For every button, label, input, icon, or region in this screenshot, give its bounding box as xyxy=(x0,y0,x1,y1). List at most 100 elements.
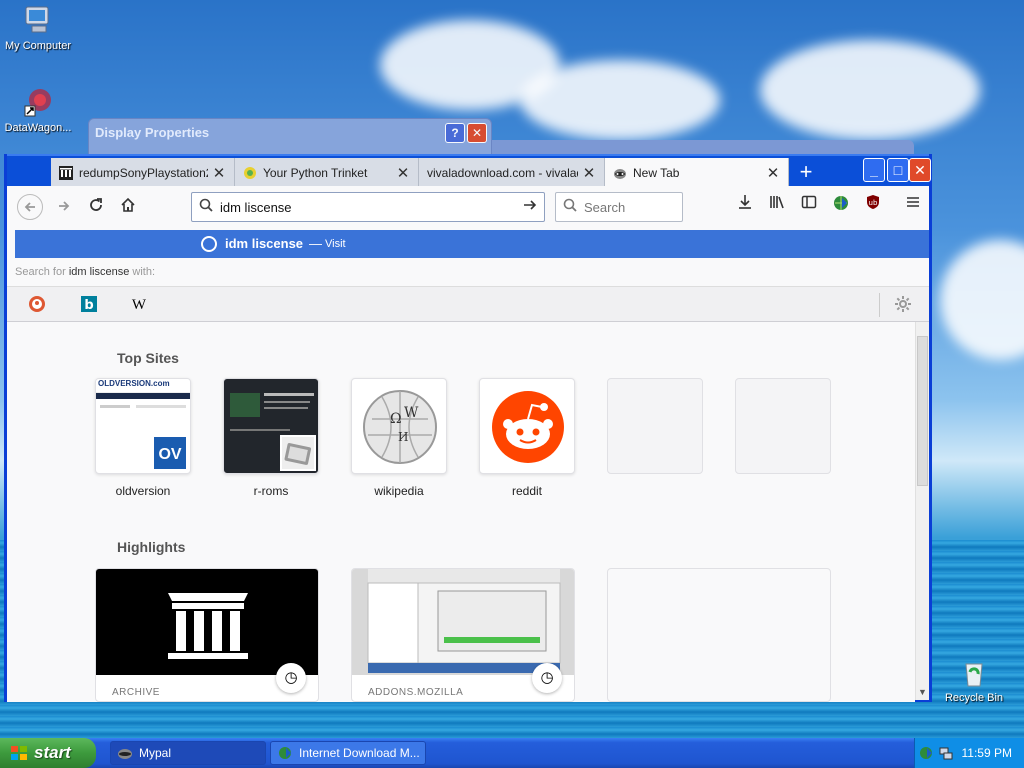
desktop-cloud xyxy=(760,40,980,140)
close-tab-icon[interactable]: ✕ xyxy=(582,164,596,182)
suggestion-action: Visit xyxy=(325,238,346,250)
idm-extension-button[interactable] xyxy=(829,194,853,218)
site-label: r-roms xyxy=(253,484,289,498)
r-roms-icon xyxy=(284,443,312,465)
svg-text:ub: ub xyxy=(869,199,878,207)
mypal-icon xyxy=(118,749,132,759)
thumb-line xyxy=(230,429,290,431)
page-scrollbar[interactable]: ▼ xyxy=(915,322,929,700)
idm-icon xyxy=(279,747,291,759)
idm-globe-icon xyxy=(834,196,848,210)
site-label: oldversion xyxy=(115,484,171,498)
r-roms-badge xyxy=(280,435,316,471)
highlight-card-empty[interactable] xyxy=(607,568,831,702)
downloads-button[interactable] xyxy=(733,194,757,218)
ublock-shield-icon: ub xyxy=(867,195,879,209)
top-site-empty[interactable] xyxy=(735,378,831,474)
home-button[interactable] xyxy=(115,194,141,220)
tab-label: vivaladownload.com - vivaladc xyxy=(427,166,578,180)
raccoon-icon xyxy=(613,166,627,180)
trinket-icon xyxy=(243,166,257,180)
new-tab-button[interactable]: + xyxy=(793,160,819,186)
duckduckgo-engine-button[interactable] xyxy=(27,295,47,315)
search-settings-button[interactable] xyxy=(893,295,913,315)
ublock-button[interactable]: ub xyxy=(861,194,885,218)
taskbar-item-idm[interactable]: Internet Download M... xyxy=(270,741,426,765)
tab-new-tab[interactable]: New Tab ✕ xyxy=(605,158,789,188)
library-button[interactable] xyxy=(765,194,789,218)
close-window-button[interactable]: ✕ xyxy=(909,158,931,182)
oldversion-badge: OV xyxy=(152,435,188,471)
forward-button[interactable] xyxy=(51,194,77,220)
tab-redump[interactable]: redumpSonyPlaystation2C ✕ xyxy=(51,158,235,188)
scroll-down-arrow-icon[interactable]: ▼ xyxy=(916,687,929,700)
highlight-source: ARCHIVE xyxy=(112,687,160,698)
download-icon xyxy=(739,195,751,209)
datawagon-desktop-icon[interactable]: DataWagon... xyxy=(0,86,78,134)
taskbar-item-mypal[interactable]: Mypal xyxy=(110,741,266,765)
idm-tray-icon[interactable] xyxy=(918,745,934,761)
address-input-value[interactable]: idm liscense xyxy=(220,200,516,215)
engine-divider xyxy=(879,293,880,317)
search-box[interactable]: Search xyxy=(555,192,683,222)
highlight-source: ADDONS.MOZILLA xyxy=(368,687,464,698)
go-arrow-icon[interactable] xyxy=(516,197,544,218)
task-label: Mypal xyxy=(139,746,172,760)
top-site-empty[interactable] xyxy=(607,378,703,474)
tab-python-trinket[interactable]: Your Python Trinket ✕ xyxy=(235,158,419,188)
close-tab-icon[interactable]: ✕ xyxy=(396,164,410,182)
start-button[interactable]: start xyxy=(0,738,96,768)
my-computer-desktop-icon[interactable]: My Computer xyxy=(0,4,78,52)
thumb-line xyxy=(264,393,314,396)
window-title: Display Properties xyxy=(95,125,210,140)
close-button[interactable]: ✕ xyxy=(467,123,487,143)
scrollbar-thumb[interactable] xyxy=(917,336,928,486)
bing-engine-button[interactable]: b xyxy=(79,295,99,315)
forward-arrow-icon xyxy=(59,201,70,211)
maximize-button[interactable]: □ xyxy=(887,158,909,182)
suggestion-text: idm liscense xyxy=(225,236,304,251)
close-tab-icon[interactable]: ✕ xyxy=(766,164,780,182)
top-site-reddit[interactable]: reddit xyxy=(479,378,575,498)
minimize-button[interactable]: _ xyxy=(863,158,885,182)
reload-icon xyxy=(90,198,102,211)
desktop-cloud xyxy=(940,240,1024,360)
highlight-card-addons[interactable]: ◷ ADDONS.MOZILLA xyxy=(351,568,575,702)
highlight-card-archive[interactable]: ◷ ARCHIVE xyxy=(95,568,319,702)
site-thumbnail: Ω W И xyxy=(351,378,447,474)
clock-icon: ◷ xyxy=(276,663,306,693)
bing-icon: b xyxy=(81,296,97,313)
reddit-icon xyxy=(492,391,564,463)
address-bar[interactable]: idm liscense xyxy=(191,192,545,222)
network-tray-icon[interactable] xyxy=(938,745,954,761)
close-tab-icon[interactable]: ✕ xyxy=(212,164,226,182)
desktop-icon-label: Recycle Bin xyxy=(944,692,1004,704)
hamburger-menu-icon xyxy=(907,197,919,207)
wikipedia-engine-button[interactable]: W xyxy=(129,295,149,315)
tab-label: New Tab xyxy=(633,166,680,180)
gear-icon xyxy=(895,296,911,312)
highlight-image xyxy=(96,569,318,675)
top-site-wikipedia[interactable]: Ω W И wikipedia xyxy=(351,378,447,498)
oldversion-logo-text: OLDVERSION.com xyxy=(96,379,190,393)
reload-button[interactable] xyxy=(83,194,109,220)
sidebar-icon xyxy=(801,195,817,209)
search-with-prefix: Search for xyxy=(15,266,66,278)
desktop-icon-label: My Computer xyxy=(4,40,72,52)
top-site-oldversion[interactable]: OLDVERSION.com OV oldversion xyxy=(95,378,191,498)
recycle-bin-desktop-icon[interactable]: Recycle Bin xyxy=(934,656,1014,704)
tab-vivaladownload[interactable]: vivaladownload.com - vivaladc ✕ xyxy=(419,158,605,188)
new-tab-page: Top Sites OLDVERSION.com OV oldversion r… xyxy=(7,322,915,702)
clock: 11:59 PM xyxy=(961,746,1012,760)
thumb-line xyxy=(264,401,310,403)
svg-text:b: b xyxy=(84,298,93,313)
help-button[interactable]: ? xyxy=(445,123,465,143)
desktop-cloud xyxy=(520,60,720,140)
menu-button[interactable] xyxy=(901,194,925,218)
back-button[interactable] xyxy=(17,194,43,220)
thumb-line xyxy=(264,407,308,409)
url-suggestion-row[interactable]: idm liscense — Visit xyxy=(15,230,929,258)
desktop-icon-label: DataWagon... xyxy=(4,122,72,134)
sidebar-button[interactable] xyxy=(797,194,821,218)
top-site-r-roms[interactable]: r-roms xyxy=(223,378,319,498)
